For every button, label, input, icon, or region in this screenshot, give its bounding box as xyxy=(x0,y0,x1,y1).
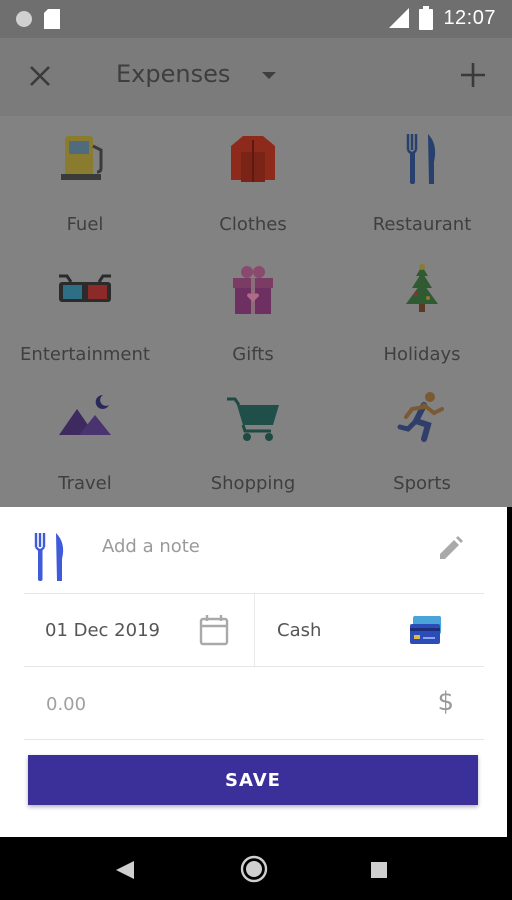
status-time: 12:07 xyxy=(443,6,496,29)
sd-card-icon xyxy=(44,9,60,29)
category-grid: Fuel Clothes Restaurant Entertainment Gi… xyxy=(0,116,512,507)
category-label: Holidays xyxy=(383,344,461,365)
date-picker[interactable]: 01 Dec 2019 xyxy=(24,594,255,666)
edit-pencil-icon[interactable] xyxy=(436,535,464,563)
app-toolbar: Expenses xyxy=(0,38,512,116)
close-icon[interactable] xyxy=(24,60,56,92)
category-clothes[interactable]: Clothes xyxy=(168,132,338,242)
add-expense-sheet: 01 Dec 2019 Cash $ SAVE xyxy=(0,507,507,837)
gift-box-icon xyxy=(233,266,273,314)
note-row xyxy=(24,507,484,594)
note-input[interactable] xyxy=(100,535,424,558)
fork-knife-icon xyxy=(406,134,436,184)
category-travel[interactable]: Travel xyxy=(0,391,170,501)
runner-icon xyxy=(397,392,444,442)
toolbar-title[interactable]: Expenses xyxy=(116,60,230,88)
category-label: Shopping xyxy=(210,473,296,494)
recent-apps-icon[interactable] xyxy=(370,861,388,879)
category-label: Fuel xyxy=(66,214,104,235)
3d-glasses-icon xyxy=(59,274,111,302)
category-label: Clothes xyxy=(219,214,287,235)
category-label: Sports xyxy=(393,473,451,494)
christmas-tree-icon xyxy=(406,264,438,312)
category-entertainment[interactable]: Entertainment xyxy=(0,262,170,372)
category-holidays[interactable]: Holidays xyxy=(337,262,507,372)
category-gifts[interactable]: Gifts xyxy=(168,262,338,372)
credit-card-icon xyxy=(410,616,441,644)
lte-signal-icon xyxy=(389,8,410,28)
category-label: Restaurant xyxy=(372,214,472,235)
date-payment-row: 01 Dec 2019 Cash xyxy=(24,594,484,667)
add-icon[interactable] xyxy=(456,58,490,92)
fuel-pump-icon xyxy=(61,136,103,180)
category-shopping[interactable]: Shopping xyxy=(168,391,338,501)
system-navigation-bar xyxy=(0,837,512,900)
payment-method-picker[interactable]: Cash xyxy=(255,594,484,666)
back-icon[interactable] xyxy=(114,859,136,881)
payment-method-value: Cash xyxy=(277,620,322,641)
date-value: 01 Dec 2019 xyxy=(45,620,160,641)
amount-input[interactable] xyxy=(44,693,348,716)
fork-knife-icon xyxy=(34,533,64,581)
status-bar: 12:07 xyxy=(0,0,512,38)
calendar-icon xyxy=(199,615,229,646)
category-label: Gifts xyxy=(232,344,274,365)
jacket-icon xyxy=(231,136,275,182)
amount-row: $ xyxy=(24,667,484,740)
notification-dot-icon xyxy=(16,11,32,27)
category-fuel[interactable]: Fuel xyxy=(0,132,170,242)
home-icon[interactable] xyxy=(240,855,268,883)
mountains-icon xyxy=(59,394,111,435)
chevron-down-icon[interactable] xyxy=(262,72,276,79)
save-button[interactable]: SAVE xyxy=(28,755,478,805)
currency-symbol: $ xyxy=(437,687,454,717)
battery-icon xyxy=(419,6,434,30)
category-label: Entertainment xyxy=(20,344,150,365)
category-restaurant[interactable]: Restaurant xyxy=(337,132,507,242)
category-label: Travel xyxy=(58,473,112,494)
category-sports[interactable]: Sports xyxy=(337,391,507,501)
shopping-cart-icon xyxy=(227,397,279,441)
